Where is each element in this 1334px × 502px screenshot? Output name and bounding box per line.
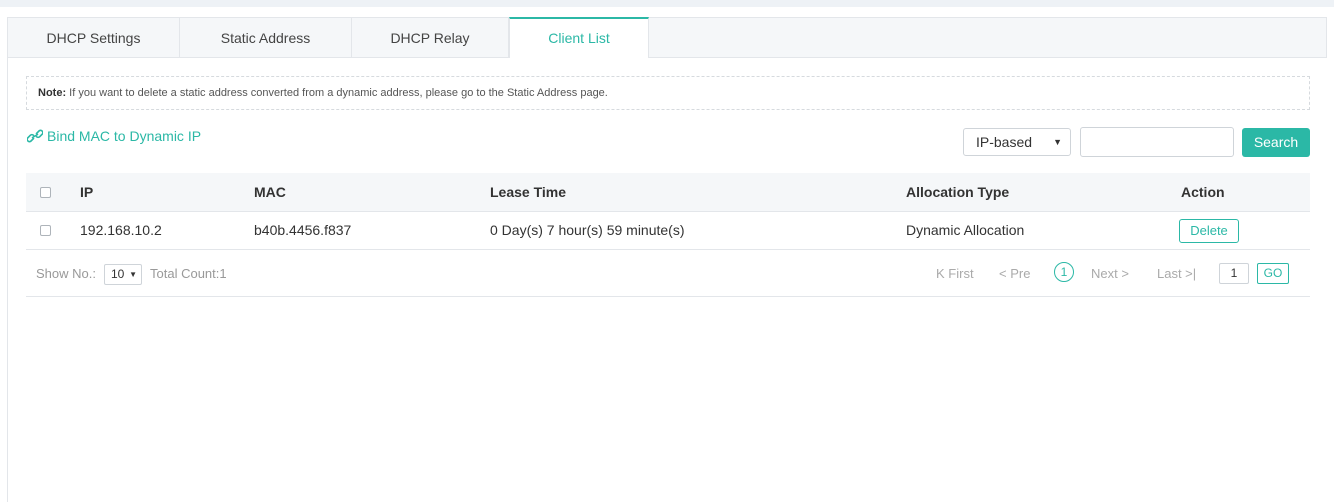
- tab-dhcp-settings[interactable]: DHCP Settings: [8, 18, 180, 58]
- prev-page-button[interactable]: < Pre: [999, 264, 1030, 284]
- cell-ip: 192.168.10.2: [80, 222, 162, 238]
- note-box: Note: If you want to delete a static add…: [26, 76, 1310, 110]
- header-allocation-type: Allocation Type: [906, 184, 1010, 200]
- header-lease-time: Lease Time: [490, 184, 567, 200]
- delete-button[interactable]: Delete: [1179, 219, 1239, 243]
- table-header: IP MAC Lease Time Allocation Type Action: [26, 173, 1310, 212]
- total-count: Total Count:1: [150, 266, 227, 281]
- top-strip: [0, 0, 1334, 7]
- bind-mac-label: Bind MAC to Dynamic IP: [47, 128, 202, 144]
- first-page-button[interactable]: K First: [936, 264, 974, 284]
- tab-bar: DHCP Settings Static Address DHCP Relay …: [7, 17, 1327, 58]
- header-action: Action: [1181, 184, 1225, 200]
- last-page-button[interactable]: Last >|: [1157, 264, 1196, 284]
- page-size-value: 10: [111, 267, 125, 281]
- search-type-value: IP-based: [976, 134, 1033, 150]
- next-page-button[interactable]: Next >: [1091, 264, 1129, 284]
- bind-mac-link[interactable]: Bind MAC to Dynamic IP: [27, 128, 201, 144]
- cell-mac: b40b.4456.f837: [254, 222, 352, 238]
- content-border: [7, 17, 8, 502]
- tab-dhcp-relay[interactable]: DHCP Relay: [352, 18, 509, 58]
- row-checkbox[interactable]: [40, 225, 51, 236]
- link-icon: [27, 129, 43, 143]
- goto-page-input[interactable]: 1: [1219, 263, 1249, 284]
- header-mac: MAC: [254, 184, 286, 200]
- caret-down-icon: ▼: [1053, 137, 1062, 147]
- current-page[interactable]: 1: [1054, 262, 1074, 282]
- header-ip: IP: [80, 184, 94, 200]
- page-size-select[interactable]: 10 ▼: [104, 264, 142, 285]
- select-all-checkbox[interactable]: [40, 187, 51, 198]
- pagination-bar: Show No.: 10 ▼ Total Count:1 K First < P…: [26, 250, 1310, 297]
- caret-down-icon: ▼: [129, 270, 137, 279]
- note-text: If you want to delete a static address c…: [66, 87, 608, 99]
- go-button[interactable]: GO: [1257, 263, 1289, 284]
- search-input[interactable]: [1080, 127, 1234, 157]
- table-row: 192.168.10.2 b40b.4456.f837 0 Day(s) 7 h…: [26, 212, 1310, 250]
- cell-lease-time: 0 Day(s) 7 hour(s) 59 minute(s): [490, 222, 685, 238]
- note-label: Note:: [38, 87, 67, 99]
- show-no-label: Show No.:: [36, 266, 96, 281]
- tab-client-list[interactable]: Client List: [509, 17, 649, 58]
- search-type-select[interactable]: IP-based ▼: [963, 128, 1071, 156]
- tab-static-address[interactable]: Static Address: [180, 18, 352, 58]
- search-button[interactable]: Search: [1242, 128, 1310, 157]
- cell-allocation-type: Dynamic Allocation: [906, 222, 1025, 238]
